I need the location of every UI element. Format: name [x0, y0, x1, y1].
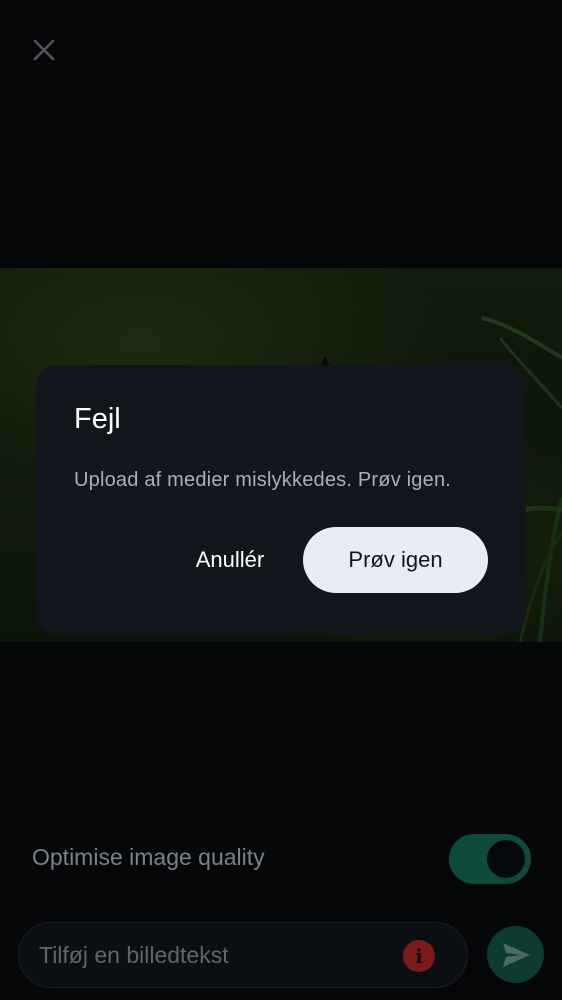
error-dialog: Fejl Upload af medier mislykkedes. Prøv …: [36, 365, 526, 635]
dialog-message: Upload af medier mislykkedes. Prøv igen.: [74, 469, 452, 491]
toggle-knob: [487, 840, 525, 878]
send-button[interactable]: [487, 926, 544, 983]
media-preview-screen: Fejl Upload af medier mislykkedes. Prøv …: [0, 0, 562, 1000]
retry-button[interactable]: Prøv igen: [303, 527, 488, 593]
dialog-title: Fejl: [74, 403, 121, 435]
error-info-icon[interactable]: i: [403, 940, 435, 972]
caption-input[interactable]: Tilføj en billedtekst i: [18, 922, 468, 988]
send-icon: [502, 942, 530, 967]
caption-placeholder: Tilføj en billedtekst: [39, 942, 229, 968]
cancel-button[interactable]: Anullér: [172, 527, 288, 593]
optimise-quality-label: Optimise image quality: [32, 844, 265, 870]
optimise-quality-toggle[interactable]: [449, 834, 531, 884]
